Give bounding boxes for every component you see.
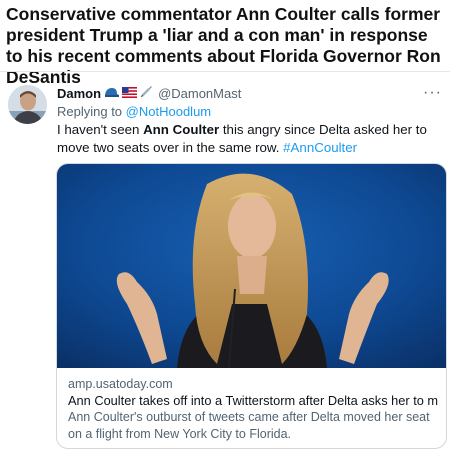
replying-to-handle-link[interactable]: @NotHoodlum: [126, 104, 211, 119]
us-flag-emoji-icon: [122, 86, 138, 101]
more-options-icon[interactable]: ···: [423, 84, 442, 102]
link-preview-card[interactable]: amp.usatoday.com Ann Coulter takes off i…: [56, 163, 447, 449]
tweet-text-part: I haven't seen: [57, 122, 144, 137]
cap-emoji-icon: [104, 86, 120, 101]
hashtag-link[interactable]: #AnnCoulter: [283, 140, 357, 155]
author-handle[interactable]: @DamonMast: [158, 86, 241, 101]
display-name[interactable]: Damon: [57, 86, 101, 101]
card-domain: amp.usatoday.com: [68, 377, 173, 391]
tweet-author-row: Damon @DamonMast: [57, 85, 241, 101]
avatar[interactable]: [8, 85, 47, 124]
avatar-photo: [8, 85, 47, 124]
tweet-text: I haven't seen Ann Coulter this angry si…: [57, 121, 439, 156]
card-image: [57, 164, 446, 368]
headline: Conservative commentator Ann Coulter cal…: [6, 4, 441, 87]
card-title[interactable]: Ann Coulter takes off into a Twitterstor…: [68, 392, 438, 409]
syringe-emoji-icon: [140, 85, 153, 101]
replying-prefix: Replying to: [57, 104, 123, 119]
card-description: Ann Coulter's outburst of tweets came af…: [68, 410, 430, 441]
tweet-text-bold: Ann Coulter: [143, 122, 220, 137]
divider: [0, 71, 450, 72]
card-text: amp.usatoday.com Ann Coulter takes off i…: [68, 376, 438, 443]
replying-to: Replying to @NotHoodlum: [57, 104, 211, 119]
